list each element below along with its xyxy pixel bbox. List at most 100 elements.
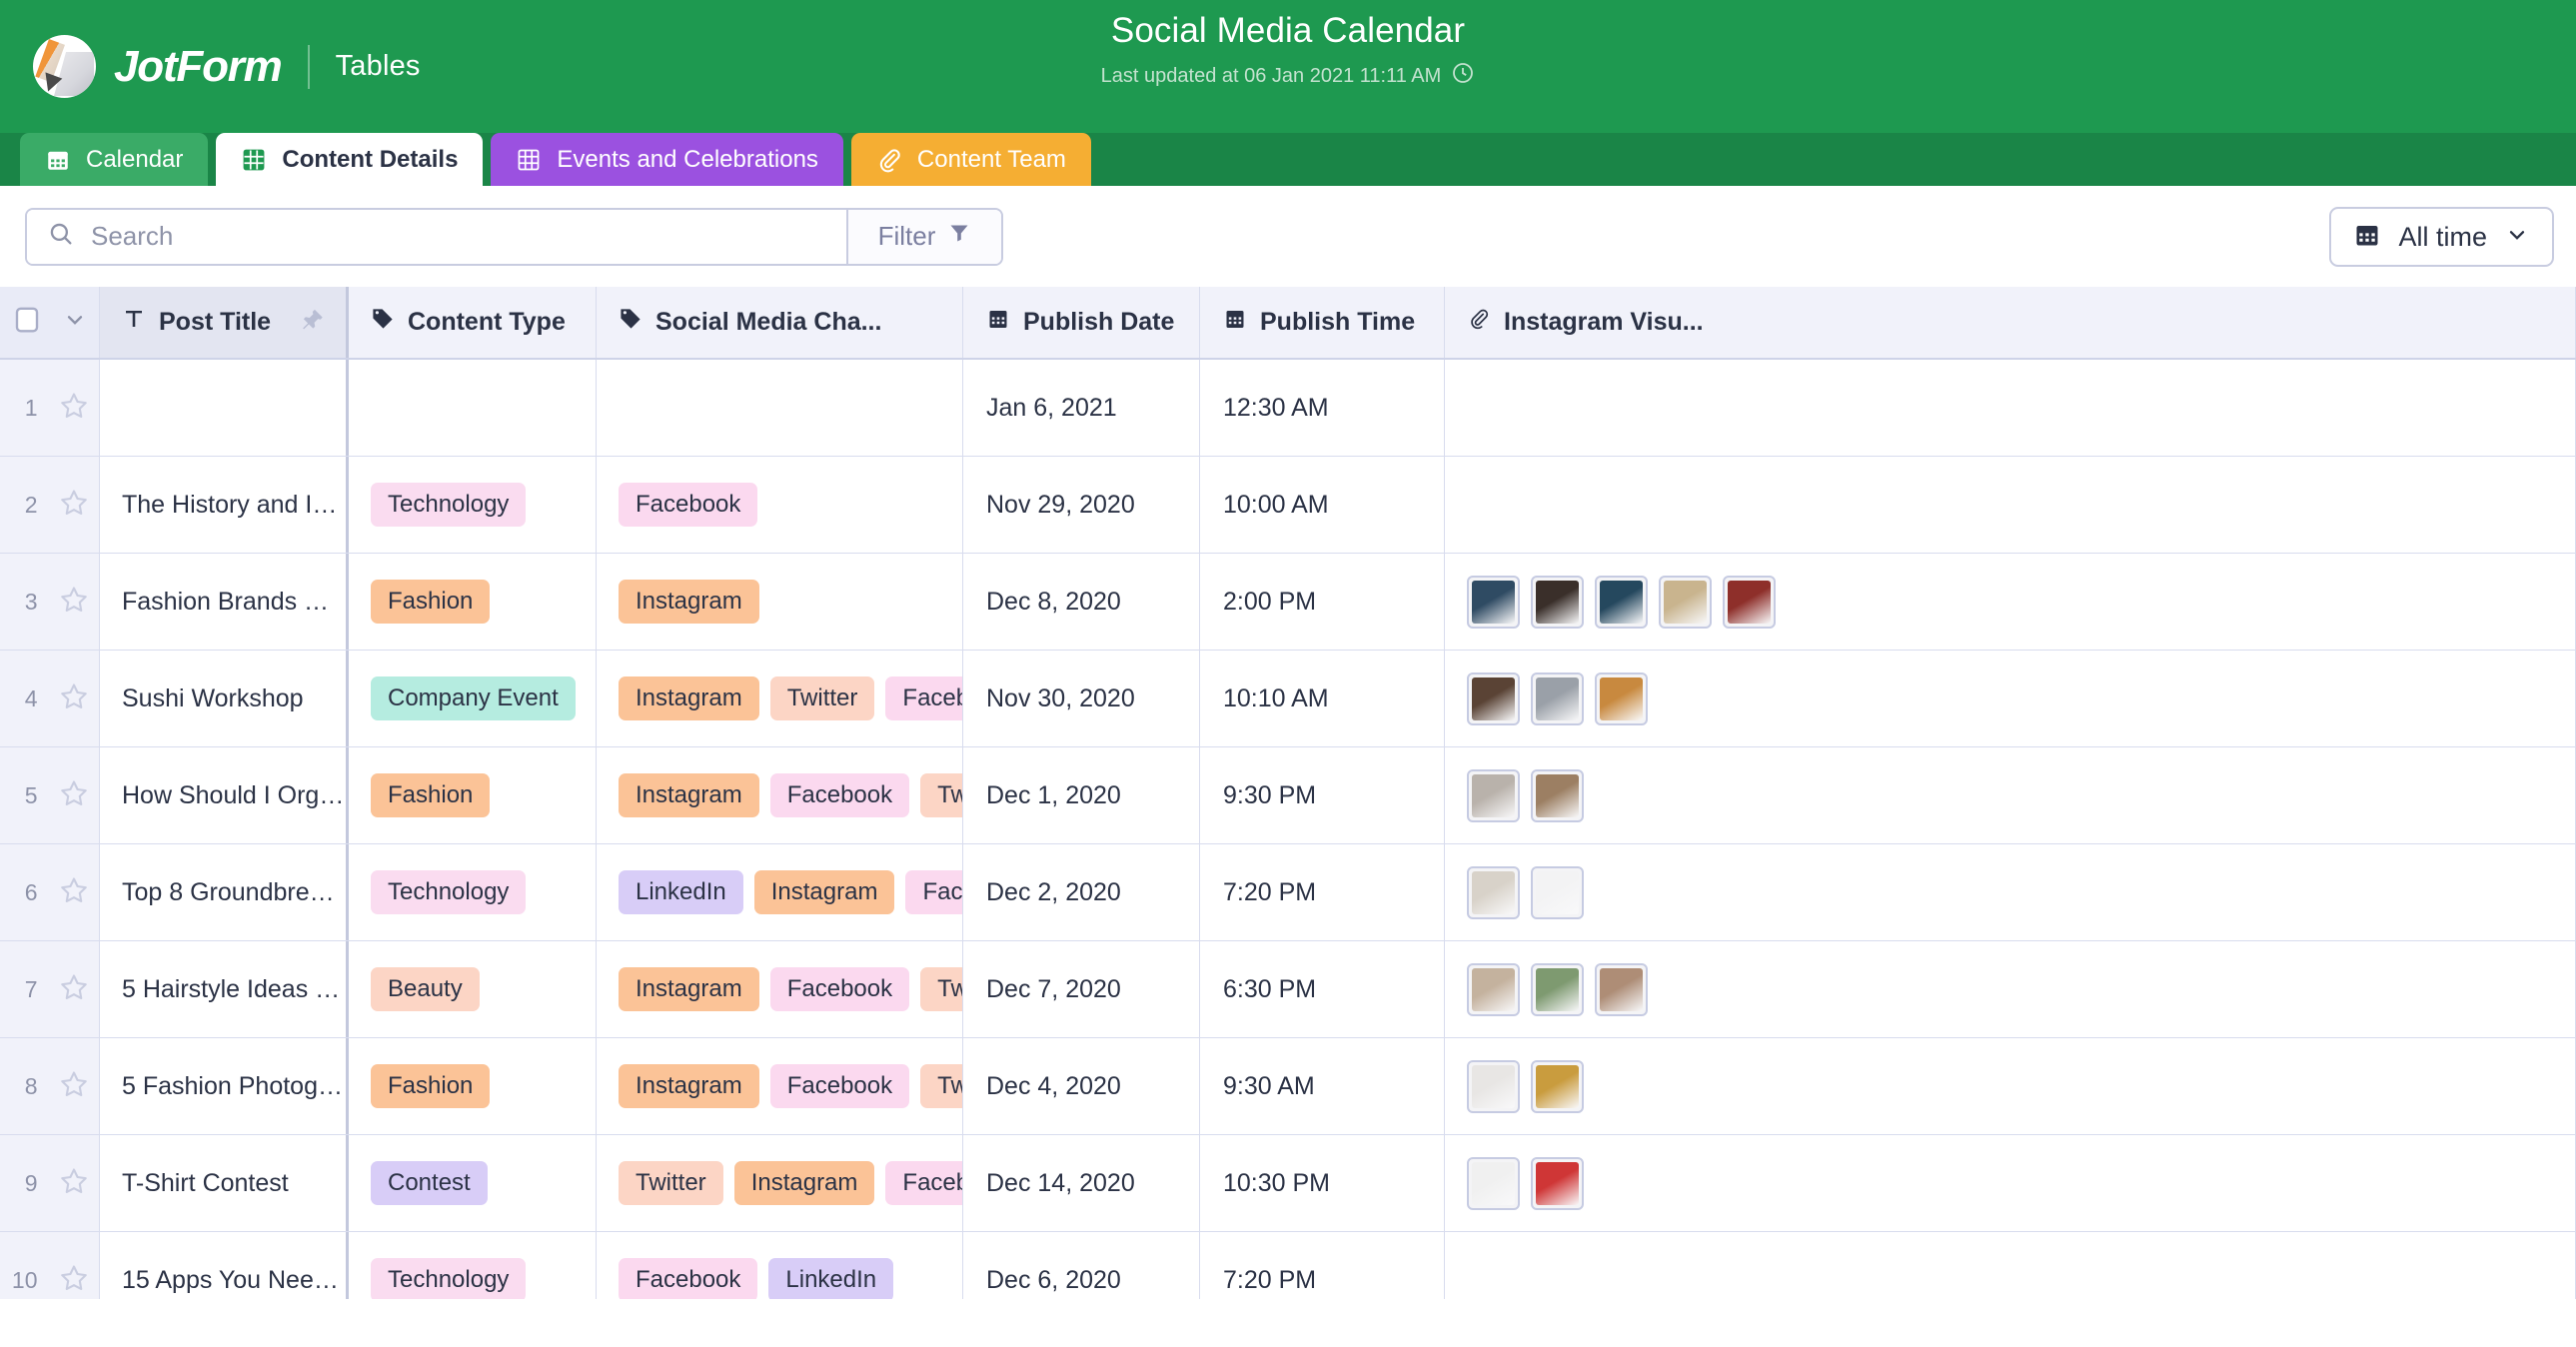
tag-chip[interactable]: Facebook [769,1064,910,1108]
cell-post-title[interactable]: 15 Apps You Need to Ha... [100,1232,349,1299]
tag-chip[interactable]: LinkedIn [619,870,743,914]
tag-chip[interactable]: Contest [371,1161,488,1205]
attachment-thumbnail[interactable] [1595,672,1648,725]
star-icon[interactable] [58,1068,90,1105]
column-header-content-type[interactable]: Content Type [349,287,597,358]
tag-chip[interactable]: Company Event [371,676,576,720]
attachment-thumbnail[interactable] [1467,1156,1520,1210]
row-selector-cell[interactable]: 8 [0,1038,100,1134]
tag-chip[interactable]: Facebook [885,676,962,720]
cell-social-media-channel[interactable]: TwitterInstagramFacebook [597,1135,963,1231]
cell-social-media-channel[interactable]: InstagramFacebookTwitter [597,747,963,843]
row-selector-cell[interactable]: 5 [0,747,100,843]
cell-content-type[interactable]: Fashion [349,1038,597,1134]
row-selector-cell[interactable]: 6 [0,844,100,940]
tag-chip[interactable]: LinkedIn [768,1258,894,1299]
cell-publish-time[interactable]: 10:00 AM [1200,457,1445,553]
table-row[interactable]: 2 The History and Importa... Technology Fac… [0,457,2576,554]
tag-chip[interactable]: Twitter [619,1161,723,1205]
cell-social-media-channel[interactable]: Facebook LinkedIn [597,1232,963,1299]
tag-chip[interactable]: Fashion [371,773,491,817]
table-row[interactable]: 1 Jan 6, 2021 12:30 AM [0,360,2576,457]
cell-instagram-visuals[interactable] [1445,844,2576,940]
attachment-thumbnail[interactable] [1595,962,1648,1016]
tag-chip[interactable]: Facebook [619,483,758,527]
cell-social-media-channel[interactable] [597,360,963,456]
attachment-thumbnail[interactable] [1467,962,1520,1016]
table-row[interactable]: 10 15 Apps You Need to Ha... Technology Fac… [0,1232,2576,1299]
star-icon[interactable] [58,680,90,717]
cell-post-title[interactable]: How Should I Organize ... [100,747,349,843]
cell-publish-date[interactable]: Nov 29, 2020 [963,457,1200,553]
tab-calendar[interactable]: Calendar [20,133,209,186]
table-row[interactable]: 4 Sushi Workshop Company Event Instagram Twi… [0,651,2576,747]
attachment-thumbnail[interactable] [1531,962,1584,1016]
cell-content-type[interactable]: Beauty [349,941,597,1037]
row-selector-cell[interactable]: 1 [0,360,100,456]
star-icon[interactable] [58,1165,90,1202]
tag-chip[interactable]: Twitter [769,676,875,720]
pin-icon[interactable] [300,307,326,338]
attachment-thumbnail[interactable] [1659,575,1712,629]
cell-publish-time[interactable]: 9:30 PM [1200,747,1445,843]
tab-content-details[interactable]: Content Details [216,133,484,186]
attachment-thumbnail[interactable] [1531,865,1584,919]
row-selector-cell[interactable]: 2 [0,457,100,553]
tag-chip[interactable]: Facebook [619,1258,758,1299]
tag-chip[interactable]: Facebook [905,870,962,914]
row-selector-cell[interactable]: 10 [0,1232,100,1299]
cell-publish-time[interactable]: 2:00 PM [1200,554,1445,650]
cell-social-media-channel[interactable]: Facebook [597,457,963,553]
cell-instagram-visuals[interactable] [1445,1038,2576,1134]
tag-chip[interactable]: Instagram [619,773,759,817]
search-input[interactable]: Search [27,209,846,264]
cell-instagram-visuals[interactable] [1445,651,2576,746]
cell-publish-time[interactable]: 10:10 AM [1200,651,1445,746]
row-selector-cell[interactable]: 9 [0,1135,100,1231]
date-range-filter[interactable]: All time [2329,207,2554,267]
table-row[interactable]: 7 5 Hairstyle Ideas for Spe... Beauty Insta… [0,941,2576,1038]
cell-publish-time[interactable]: 12:30 AM [1200,360,1445,456]
tag-chip[interactable]: Twitter [920,967,962,1011]
column-header-publish-date[interactable]: Publish Date [963,287,1200,358]
tag-chip[interactable]: Instagram [619,676,759,720]
column-header-publish-time[interactable]: Publish Time [1200,287,1445,358]
tag-chip[interactable]: Facebook [885,1161,962,1205]
cell-instagram-visuals[interactable] [1445,360,2576,456]
attachment-thumbnail[interactable] [1531,575,1584,629]
attachment-thumbnail[interactable] [1531,672,1584,725]
attachment-thumbnail[interactable] [1531,1156,1584,1210]
cell-publish-time[interactable]: 7:20 PM [1200,1232,1445,1299]
column-header-post-title[interactable]: Post Title [100,287,349,358]
tab-events-and-celebrations[interactable]: Events and Celebrations [491,133,843,186]
cell-publish-time[interactable]: 6:30 PM [1200,941,1445,1037]
cell-social-media-channel[interactable]: Instagram [597,554,963,650]
tag-chip[interactable]: Instagram [619,580,759,624]
cell-content-type[interactable]: Contest [349,1135,597,1231]
cell-publish-date[interactable]: Dec 14, 2020 [963,1135,1200,1231]
cell-social-media-channel[interactable]: InstagramTwitterFacebook [597,651,963,746]
cell-post-title[interactable] [100,360,349,456]
cell-social-media-channel[interactable]: LinkedInInstagramFacebook [597,844,963,940]
attachment-thumbnail[interactable] [1467,768,1520,822]
cell-instagram-visuals[interactable] [1445,747,2576,843]
table-row[interactable]: 6 Top 8 Groundbreaking F... Technology Link… [0,844,2576,941]
cell-publish-date[interactable]: Dec 6, 2020 [963,1232,1200,1299]
cell-social-media-channel[interactable]: InstagramFacebookTwitter [597,941,963,1037]
attachment-thumbnail[interactable] [1531,768,1584,822]
attachment-thumbnail[interactable] [1467,1059,1520,1113]
cell-publish-date[interactable]: Dec 1, 2020 [963,747,1200,843]
cell-post-title[interactable]: Fashion Brands Making ... [100,554,349,650]
star-icon[interactable] [58,390,90,427]
cell-content-type[interactable]: Fashion [349,747,597,843]
tag-chip[interactable]: Technology [371,483,527,527]
tag-chip[interactable]: Instagram [619,967,759,1011]
cell-publish-date[interactable]: Nov 30, 2020 [963,651,1200,746]
cell-publish-date[interactable]: Dec 2, 2020 [963,844,1200,940]
attachment-thumbnail[interactable] [1723,575,1776,629]
star-icon[interactable] [58,584,90,621]
row-selector-cell[interactable]: 7 [0,941,100,1037]
column-header-social-media-channel[interactable]: Social Media Cha... [597,287,963,358]
column-header-instagram-visuals[interactable]: Instagram Visu... [1445,287,2576,358]
tag-chip[interactable]: Facebook [769,773,910,817]
